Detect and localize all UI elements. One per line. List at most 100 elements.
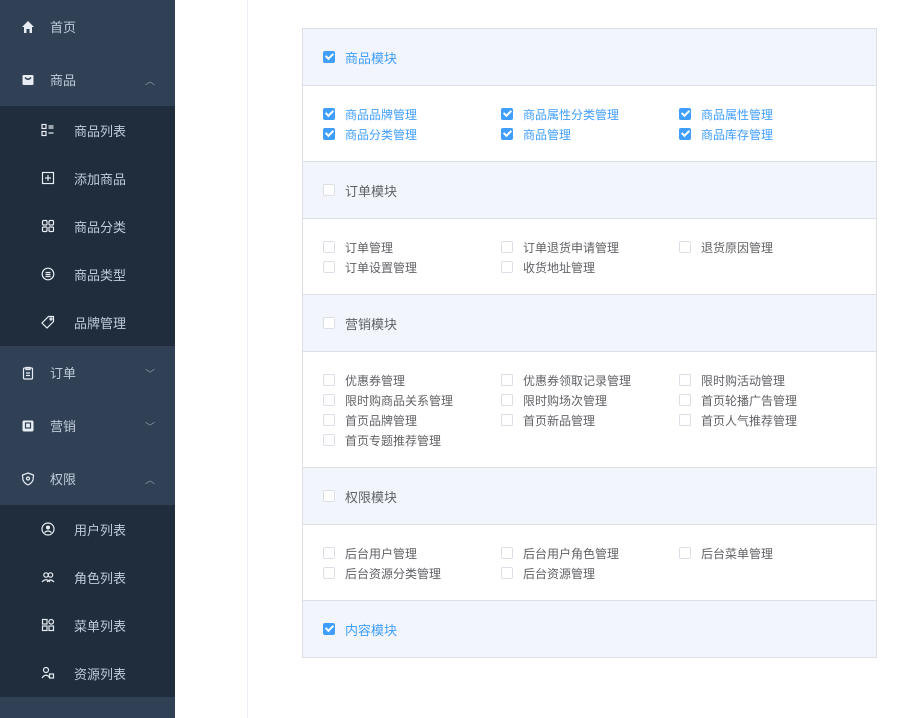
permission-checkbox[interactable]: 后台用户管理	[323, 546, 501, 561]
checkbox-icon[interactable]	[679, 374, 691, 386]
permission-checkbox[interactable]: 优惠券管理	[323, 373, 501, 388]
module-header: 权限模块	[303, 467, 876, 525]
permission-label: 后台菜单管理	[701, 546, 774, 561]
submenu-item-goods-type[interactable]: 商品类型	[0, 250, 175, 298]
submenu-item-add-goods[interactable]: 添加商品	[0, 154, 175, 202]
checkbox-icon[interactable]	[679, 414, 691, 426]
permission-checkbox[interactable]: 商品属性分类管理	[501, 107, 679, 122]
submenu-item-label: 商品分类	[74, 220, 127, 236]
permission-label: 商品管理	[523, 127, 572, 142]
permission-checkbox[interactable]: 商品分类管理	[323, 127, 501, 142]
checkbox-icon[interactable]	[679, 128, 691, 140]
submenu-item-label: 菜单列表	[74, 619, 127, 635]
permission-checkbox[interactable]: 后台用户角色管理	[501, 546, 679, 561]
permission-checkbox[interactable]: 商品管理	[501, 127, 679, 142]
checkbox-icon[interactable]	[501, 414, 513, 426]
submenu-item-resource-list[interactable]: 资源列表	[0, 649, 175, 697]
permission-checkbox[interactable]: 订单退货申请管理	[501, 240, 679, 255]
permission-label: 优惠券管理	[345, 373, 406, 388]
checkbox-icon[interactable]	[323, 490, 335, 502]
permission-label: 限时购活动管理	[701, 373, 786, 388]
permission-checkbox[interactable]: 商品属性管理	[679, 107, 857, 122]
submenu-item-user-list[interactable]: 用户列表	[0, 505, 175, 553]
coupon-icon	[20, 418, 36, 434]
checkbox-icon[interactable]	[501, 394, 513, 406]
module-checkbox[interactable]: 商品模块	[323, 49, 397, 67]
checkbox-icon[interactable]	[323, 567, 335, 579]
checkbox-icon[interactable]	[323, 51, 335, 63]
checkbox-icon[interactable]	[323, 394, 335, 406]
menu-permission-label: 权限	[50, 473, 77, 488]
checkbox-icon[interactable]	[679, 241, 691, 253]
checkbox-icon[interactable]	[323, 547, 335, 559]
module-header: 营销模块	[303, 294, 876, 352]
permission-checkbox[interactable]: 首页专题推荐管理	[323, 433, 501, 448]
menu-permission[interactable]: 权限 ︿	[0, 452, 175, 505]
submenu-item-label: 用户列表	[74, 523, 127, 539]
checkbox-icon[interactable]	[679, 547, 691, 559]
checkbox-icon[interactable]	[323, 414, 335, 426]
module-checkbox[interactable]: 营销模块	[323, 315, 397, 333]
menu-goods[interactable]: 商品 ︿	[0, 53, 175, 106]
submenu-item-brand[interactable]: 品牌管理	[0, 298, 175, 346]
permission-checkbox[interactable]: 优惠券领取记录管理	[501, 373, 679, 388]
module-label: 权限模块	[345, 490, 398, 506]
checkbox-icon[interactable]	[323, 184, 335, 196]
checkbox-icon[interactable]	[323, 241, 335, 253]
permission-checkbox[interactable]: 商品库存管理	[679, 127, 857, 142]
permission-checkbox[interactable]: 商品品牌管理	[323, 107, 501, 122]
submenu-item-goods-category[interactable]: 商品分类	[0, 202, 175, 250]
permission-checkbox[interactable]: 限时购商品关系管理	[323, 393, 501, 408]
module-checkbox[interactable]: 内容模块	[323, 621, 397, 639]
submenu-item-role-list[interactable]: 角色列表	[0, 553, 175, 601]
checkbox-icon[interactable]	[501, 547, 513, 559]
permission-checkbox[interactable]: 退货原因管理	[679, 240, 857, 255]
checkbox-icon[interactable]	[501, 374, 513, 386]
permission-checkbox[interactable]: 首页品牌管理	[323, 413, 501, 428]
checkbox-icon[interactable]	[679, 108, 691, 120]
permission-checkbox[interactable]: 首页人气推荐管理	[679, 413, 857, 428]
checkbox-icon[interactable]	[323, 317, 335, 329]
checkbox-icon[interactable]	[501, 567, 513, 579]
checkbox-icon[interactable]	[323, 108, 335, 120]
menu-marketing[interactable]: 营销 ﹀	[0, 399, 175, 452]
submenu-item-menu-list[interactable]: 菜单列表	[0, 601, 175, 649]
permission-label: 限时购商品关系管理	[345, 393, 454, 408]
permission-checkbox[interactable]: 首页新品管理	[501, 413, 679, 428]
menu-order[interactable]: 订单 ﹀	[0, 346, 175, 399]
permission-checkbox[interactable]: 首页轮播广告管理	[679, 393, 857, 408]
checkbox-icon[interactable]	[323, 623, 335, 635]
module-items: 商品品牌管理 商品属性分类管理 商品属性管理商品分类管理 商品管理 商品库存管理	[303, 86, 876, 161]
checkbox-icon[interactable]	[501, 128, 513, 140]
permission-checkbox[interactable]: 后台菜单管理	[679, 546, 857, 561]
permission-label: 订单设置管理	[345, 260, 418, 275]
user-circle-icon	[40, 521, 56, 537]
sidebar: 首页 商品 ︿ 商品列表 添加商品 商品分类 商品类型 品牌管理 订单 ﹀ 营销…	[0, 0, 175, 718]
checkbox-icon[interactable]	[323, 434, 335, 446]
checkbox-icon[interactable]	[679, 394, 691, 406]
permission-checkbox[interactable]: 限时购活动管理	[679, 373, 857, 388]
checkbox-icon[interactable]	[323, 128, 335, 140]
permission-checkbox[interactable]: 后台资源管理	[501, 566, 679, 581]
checkbox-icon[interactable]	[323, 261, 335, 273]
checkbox-icon[interactable]	[501, 261, 513, 273]
checkbox-icon[interactable]	[323, 374, 335, 386]
chevron-up-icon: ︿	[145, 76, 155, 87]
permission-checkbox[interactable]: 限时购场次管理	[501, 393, 679, 408]
module-checkbox[interactable]: 订单模块	[323, 182, 397, 200]
permission-checkbox[interactable]: 收货地址管理	[501, 260, 679, 275]
permission-label: 商品属性管理	[701, 107, 774, 122]
permission-checkbox[interactable]: 订单设置管理	[323, 260, 501, 275]
resource-icon	[40, 665, 56, 681]
module-items: 后台用户管理 后台用户角色管理 后台菜单管理后台资源分类管理 后台资源管理	[303, 525, 876, 600]
checkbox-icon[interactable]	[501, 108, 513, 120]
permission-checkbox[interactable]: 订单管理	[323, 240, 501, 255]
menu-home[interactable]: 首页	[0, 0, 175, 53]
submenu-item-goods-list[interactable]: 商品列表	[0, 106, 175, 154]
permission-label: 商品品牌管理	[345, 107, 418, 122]
checkbox-icon[interactable]	[501, 241, 513, 253]
permission-label: 商品属性分类管理	[523, 107, 620, 122]
menu-grid-icon	[40, 617, 56, 633]
permission-checkbox[interactable]: 后台资源分类管理	[323, 566, 501, 581]
module-checkbox[interactable]: 权限模块	[323, 488, 398, 506]
